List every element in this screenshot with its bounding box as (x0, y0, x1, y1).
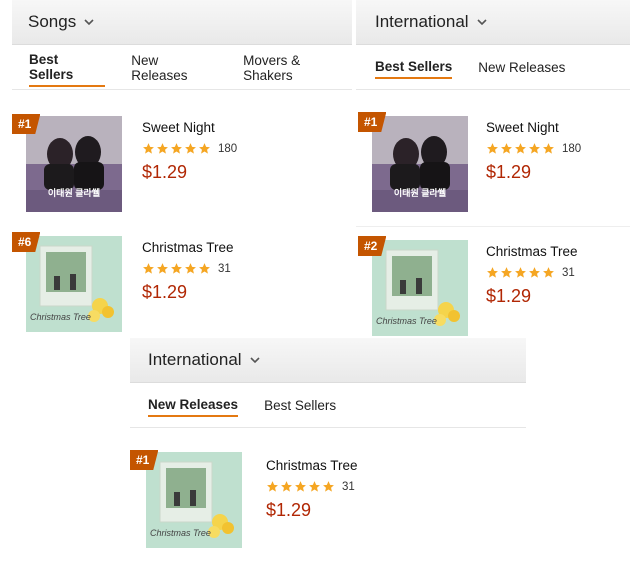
star-icon (199, 143, 210, 154)
item-title[interactable]: Sweet Night (142, 120, 237, 135)
album-cover[interactable]: Christmas Tree (26, 236, 122, 332)
chevron-down-icon (477, 19, 487, 26)
item-info: Christmas Tree 31 $1.29 (486, 244, 578, 307)
album-cover[interactable]: Christmas Tree (372, 240, 468, 336)
star-icon (171, 263, 182, 274)
star-icon (543, 267, 554, 278)
item-price: $1.29 (266, 500, 312, 520)
star-icon (157, 143, 168, 154)
star-rating (486, 142, 556, 155)
tab-bar: Best Sellers New Releases Movers & Shake… (12, 45, 352, 90)
cover-text: 이태원 클라쒤 (47, 188, 101, 198)
tab-best-sellers[interactable]: Best Sellers (264, 394, 336, 416)
tab-bar: Best Sellers New Releases (356, 45, 630, 90)
cover-text: Christmas Tree (30, 312, 91, 322)
panel-title: International (375, 12, 469, 31)
chevron-down-icon (250, 357, 260, 364)
rating-count: 180 (562, 142, 582, 155)
cover-text: Christmas Tree (376, 316, 437, 326)
item-price: $1.29 (142, 282, 188, 302)
item-title[interactable]: Christmas Tree (266, 458, 358, 473)
rating-count: 31 (342, 480, 355, 493)
rating[interactable]: 180 (486, 142, 581, 155)
star-icon (267, 481, 278, 492)
item-info: Sweet Night 180 $1.29 (142, 120, 237, 183)
star-icon (185, 143, 196, 154)
item-info: Sweet Night 180 $1.29 (486, 120, 581, 183)
star-icon (487, 143, 498, 154)
item-info: Christmas Tree 31 $1.29 (142, 240, 234, 303)
item-price: $1.29 (486, 286, 532, 306)
star-icon (501, 267, 512, 278)
item-info: Christmas Tree 31 $1.29 (266, 458, 358, 521)
panel-title: Songs (28, 12, 77, 31)
star-icon (185, 263, 196, 274)
rating-count: 31 (562, 266, 575, 279)
star-rating (486, 266, 556, 279)
rating[interactable]: 180 (142, 142, 237, 155)
album-cover[interactable]: 이태원 클라쒤 (26, 116, 122, 212)
star-icon (487, 267, 498, 278)
tab-new-releases[interactable]: New Releases (148, 393, 239, 417)
tab-best-sellers[interactable]: Best Sellers (375, 55, 453, 79)
panel-header[interactable]: International (130, 338, 526, 383)
item-title[interactable]: Christmas Tree (142, 240, 234, 255)
star-rating (266, 480, 336, 493)
star-icon (143, 143, 154, 154)
cover-text: Christmas Tree (150, 528, 211, 538)
star-icon (515, 143, 526, 154)
panel-header[interactable]: Songs (12, 0, 352, 45)
star-icon (143, 263, 154, 274)
tab-bar: New Releases Best Sellers (130, 383, 526, 428)
star-icon (157, 263, 168, 274)
album-cover[interactable]: Christmas Tree (146, 452, 242, 548)
tab-new-releases[interactable]: New Releases (131, 49, 217, 86)
star-icon (529, 267, 540, 278)
rating[interactable]: 31 (142, 262, 234, 275)
tab-best-sellers[interactable]: Best Sellers (29, 48, 106, 87)
item-price: $1.29 (142, 162, 188, 182)
tab-movers-shakers[interactable]: Movers & Shakers (243, 49, 352, 86)
item-title[interactable]: Christmas Tree (486, 244, 578, 259)
star-rating (142, 262, 212, 275)
cover-text: 이태원 클라쒤 (393, 188, 447, 198)
item-title[interactable]: Sweet Night (486, 120, 581, 135)
panel-title: International (148, 350, 242, 369)
star-icon (323, 481, 334, 492)
tab-new-releases[interactable]: New Releases (478, 56, 565, 78)
chevron-down-icon (84, 19, 94, 26)
star-icon (199, 263, 210, 274)
rating-count: 180 (218, 142, 238, 155)
star-icon (295, 481, 306, 492)
star-icon (501, 143, 512, 154)
rating-count: 31 (218, 262, 231, 275)
star-icon (529, 143, 540, 154)
star-rating (142, 142, 212, 155)
star-icon (281, 481, 292, 492)
album-cover[interactable]: 이태원 클라쒤 (372, 116, 468, 212)
star-icon (515, 267, 526, 278)
divider (356, 226, 630, 227)
rating[interactable]: 31 (486, 266, 578, 279)
rating[interactable]: 31 (266, 480, 358, 493)
star-icon (309, 481, 320, 492)
star-icon (171, 143, 182, 154)
star-icon (543, 143, 554, 154)
item-price: $1.29 (486, 162, 532, 182)
panel-header[interactable]: International (356, 0, 630, 45)
